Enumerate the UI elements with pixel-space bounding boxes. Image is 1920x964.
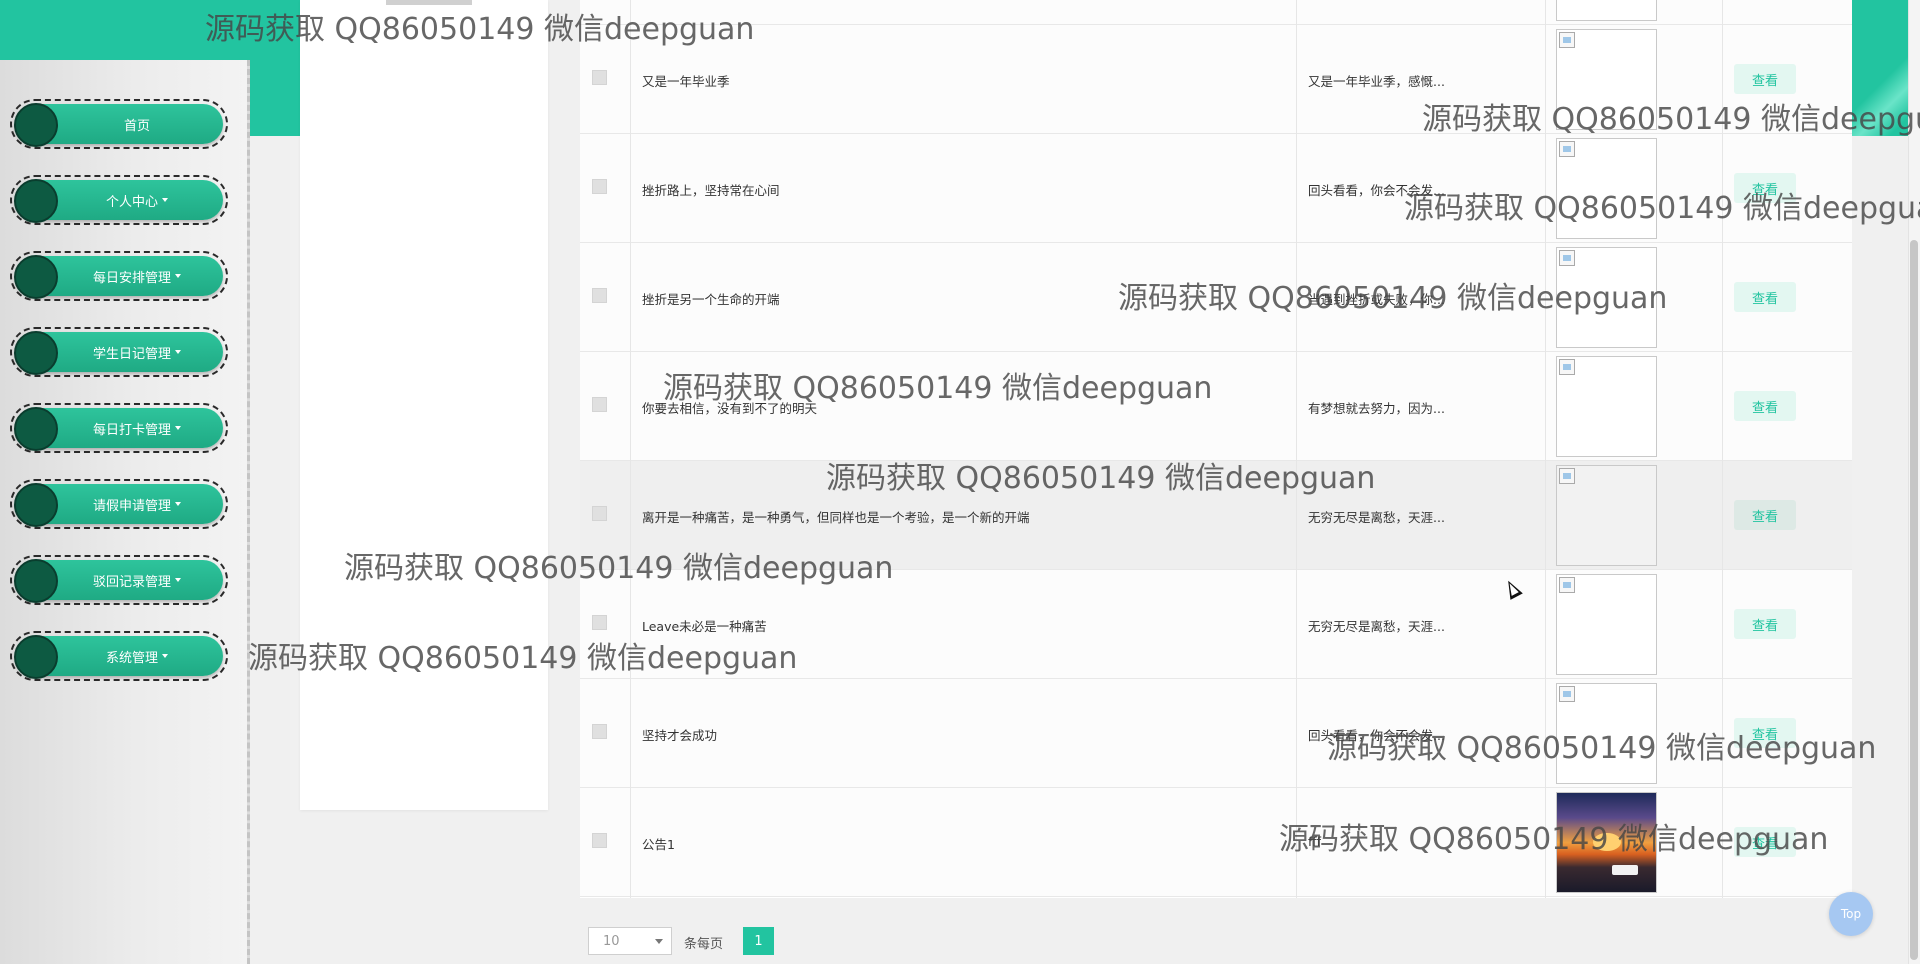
sidebar: 首页 个人中心 每日安排管理 学生日记管理 每日打卡管理 请假申请管理 驳回记录… xyxy=(0,60,250,964)
checkbox-icon[interactable] xyxy=(592,397,607,412)
sidebar-item-label: 每日打卡管理 xyxy=(92,422,171,438)
sidebar-item-label: 驳回记录管理 xyxy=(92,574,171,590)
header-accent-band xyxy=(0,0,300,60)
sidebar-item-system[interactable]: 系统管理 xyxy=(10,631,228,681)
sidebar-item-label: 系统管理 xyxy=(105,650,158,666)
sidebar-item-label: 学生日记管理 xyxy=(92,346,171,362)
checkbox-icon[interactable] xyxy=(592,724,607,739)
view-button[interactable]: 查看 xyxy=(1734,609,1796,639)
view-button[interactable]: 查看 xyxy=(1734,718,1796,748)
row-summary: 有梦想就去努力，因为... xyxy=(1308,401,1445,416)
row-summary: 当遇到挫折或失败，你... xyxy=(1308,292,1445,307)
sidebar-item-leave-request[interactable]: 请假申请管理 xyxy=(10,479,228,529)
broken-image-icon xyxy=(1559,468,1575,484)
table-row: 公告1 fff 查看 xyxy=(580,788,1852,897)
search-panel xyxy=(300,0,548,810)
table-row: 坚持才会成功 回头看看，你会不会发... 查看 xyxy=(580,679,1852,788)
checkbox-icon[interactable] xyxy=(592,179,607,194)
header-accent-block xyxy=(245,60,300,136)
column-divider xyxy=(630,0,631,898)
row-title: 挫折路上，坚持常在心间 xyxy=(642,183,780,198)
column-divider xyxy=(1296,0,1297,898)
row-thumbnail xyxy=(1556,0,1657,21)
page-size-select[interactable]: 10 xyxy=(588,927,672,955)
row-thumbnail-photo xyxy=(1556,792,1657,893)
row-thumbnail xyxy=(1556,574,1657,675)
view-button[interactable]: 查看 xyxy=(1734,391,1796,421)
column-divider xyxy=(1545,0,1546,898)
row-summary: 又是一年毕业季，感慨... xyxy=(1308,74,1445,89)
caret-down-icon xyxy=(175,350,181,354)
broken-image-icon xyxy=(1559,141,1575,157)
data-table: 又是一年毕业季 又是一年毕业季，感慨... 查看 挫折路上，坚持常在心间 回头看… xyxy=(580,0,1852,898)
row-title: 又是一年毕业季 xyxy=(642,74,730,89)
broken-image-icon xyxy=(1559,577,1575,593)
chevron-down-icon xyxy=(655,939,663,944)
checkbox-icon[interactable] xyxy=(592,833,607,848)
row-thumbnail xyxy=(1556,683,1657,784)
row-thumbnail xyxy=(1556,247,1657,348)
caret-down-icon xyxy=(162,654,168,658)
caret-down-icon xyxy=(175,274,181,278)
broken-image-icon xyxy=(1559,359,1575,375)
table-row xyxy=(580,0,1852,25)
table-row: 挫折路上，坚持常在心间 回头看看，你会不会发... 查看 xyxy=(580,134,1852,243)
row-thumbnail xyxy=(1556,138,1657,239)
checkbox-icon[interactable] xyxy=(592,506,607,521)
table-row: 离开是一种痛苦，是一种勇气，但同样也是一个考验，是一个新的开端 无穷无尽是离愁，… xyxy=(580,461,1852,570)
sidebar-item-home[interactable]: 首页 xyxy=(10,99,228,149)
row-title: 你要去相信，没有到不了的明天 xyxy=(642,401,818,416)
sidebar-item-label: 个人中心 xyxy=(105,194,158,210)
table-row: Leave未必是一种痛苦 无穷无尽是离愁，天涯... 查看 xyxy=(580,570,1852,679)
row-thumbnail xyxy=(1556,29,1657,130)
sidebar-item-label: 请假申请管理 xyxy=(92,498,171,514)
caret-down-icon xyxy=(175,502,181,506)
checkbox-icon[interactable] xyxy=(592,615,607,630)
column-divider xyxy=(1722,0,1723,898)
table-row: 你要去相信，没有到不了的明天 有梦想就去努力，因为... 查看 xyxy=(580,352,1852,461)
sidebar-item-daily-checkin[interactable]: 每日打卡管理 xyxy=(10,403,228,453)
table-row: 又是一年毕业季 又是一年毕业季，感慨... 查看 xyxy=(580,25,1852,134)
broken-image-icon xyxy=(1559,32,1575,48)
broken-image-icon xyxy=(1559,250,1575,266)
view-button[interactable]: 查看 xyxy=(1734,64,1796,94)
broken-image-icon xyxy=(1559,686,1575,702)
row-thumbnail xyxy=(1556,356,1657,457)
view-button[interactable]: 查看 xyxy=(1734,827,1796,857)
row-summary: 无穷无尽是离愁，天涯... xyxy=(1308,619,1445,634)
sidebar-item-student-diary[interactable]: 学生日记管理 xyxy=(10,327,228,377)
checkbox-icon[interactable] xyxy=(592,70,607,85)
row-title: Leave未必是一种痛苦 xyxy=(642,619,767,634)
view-button[interactable]: 查看 xyxy=(1734,500,1796,530)
sidebar-item-label: 每日安排管理 xyxy=(92,270,171,286)
page-size-value: 10 xyxy=(603,933,620,949)
caret-down-icon xyxy=(175,426,181,430)
table-row: 挫折是另一个生命的开端 当遇到挫折或失败，你... 查看 xyxy=(580,243,1852,352)
scrollbar-thumb[interactable] xyxy=(1910,240,1918,960)
view-button[interactable]: 查看 xyxy=(1734,173,1796,203)
page-number-button[interactable]: 1 xyxy=(743,927,774,955)
row-title: 挫折是另一个生命的开端 xyxy=(642,292,780,307)
row-summary: 无穷无尽是离愁，天涯... xyxy=(1308,510,1445,525)
row-title: 离开是一种痛苦，是一种勇气，但同样也是一个考验，是一个新的开端 xyxy=(642,510,1030,525)
back-to-top-button[interactable]: Top xyxy=(1829,892,1873,936)
row-title: 公告1 xyxy=(642,837,675,852)
row-thumbnail xyxy=(1556,465,1657,566)
sidebar-item-label: 首页 xyxy=(123,118,150,134)
row-title: 坚持才会成功 xyxy=(642,728,718,743)
sidebar-item-personal-center[interactable]: 个人中心 xyxy=(10,175,228,225)
per-page-label: 条每页 xyxy=(684,937,724,952)
row-summary: fff xyxy=(1308,834,1322,849)
panel-tab xyxy=(386,0,472,5)
row-summary: 回头看看，你会不会发... xyxy=(1308,183,1445,198)
sidebar-item-rejection-record[interactable]: 驳回记录管理 xyxy=(10,555,228,605)
sidebar-item-daily-schedule[interactable]: 每日安排管理 xyxy=(10,251,228,301)
view-button[interactable]: 查看 xyxy=(1734,282,1796,312)
checkbox-icon[interactable] xyxy=(592,288,607,303)
caret-down-icon xyxy=(175,578,181,582)
row-summary: 回头看看，你会不会发... xyxy=(1308,728,1445,743)
caret-down-icon xyxy=(162,198,168,202)
